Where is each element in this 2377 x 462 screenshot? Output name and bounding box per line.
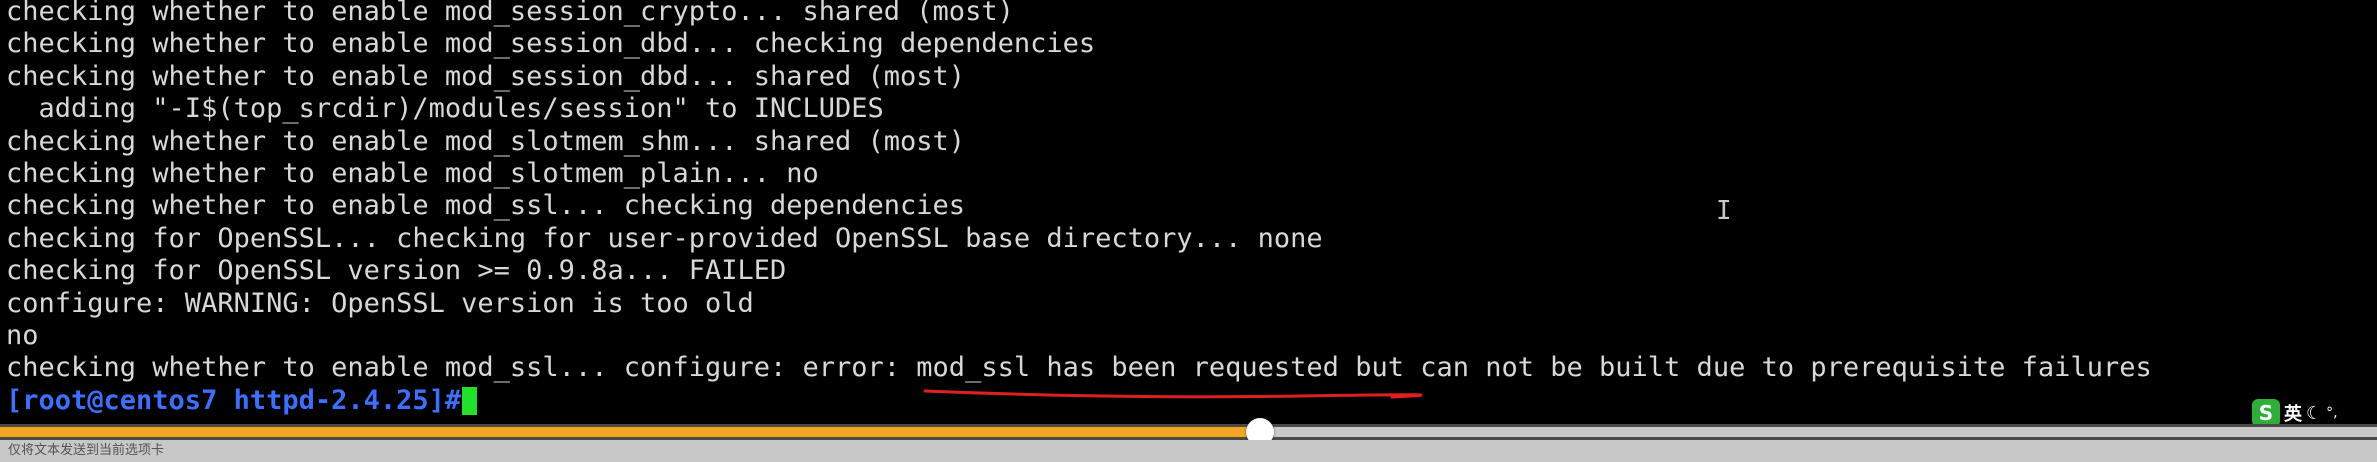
terminal-line: checking for OpenSSL version >= 0.9.8a..… bbox=[6, 255, 787, 287]
terminal-line: checking whether to enable mod_session_c… bbox=[6, 0, 1014, 27]
terminal-output: checking whether to enable mod_session_c… bbox=[6, 0, 2152, 417]
terminal-line: adding "-I$(top_srcdir)/modules/session"… bbox=[6, 93, 884, 125]
video-progress-bar[interactable] bbox=[0, 418, 2377, 446]
terminal-window[interactable]: checking whether to enable mod_session_c… bbox=[0, 0, 2377, 430]
i-beam-mouse-cursor-icon: I bbox=[1716, 196, 1732, 226]
progress-played bbox=[0, 427, 1260, 437]
terminal-line: checking whether to enable mod_ssl... ch… bbox=[6, 190, 966, 222]
terminal-line: no bbox=[6, 319, 39, 351]
status-bar-text: 仅将文本发送到当前选项卡 bbox=[8, 443, 165, 458]
terminal-cursor bbox=[462, 387, 478, 416]
status-bar: 仅将文本发送到当前选项卡 bbox=[0, 440, 2377, 462]
sogou-ime-logo-icon[interactable]: S bbox=[2252, 399, 2280, 427]
ime-language-toggle[interactable]: 英 bbox=[2284, 400, 2302, 426]
terminal-error-line: checking whether to enable mod_ssl... co… bbox=[6, 352, 2152, 384]
terminal-line: checking for OpenSSL... checking for use… bbox=[6, 222, 1323, 254]
terminal-line: checking whether to enable mod_slotmem_p… bbox=[6, 157, 819, 189]
terminal-line: checking whether to enable mod_session_d… bbox=[6, 28, 1096, 60]
terminal-line: checking whether to enable mod_slotmem_s… bbox=[6, 125, 966, 157]
terminal-line: configure: WARNING: OpenSSL version is t… bbox=[6, 287, 754, 319]
shell-prompt-line[interactable]: [root@centos7 httpd-2.4.25]# bbox=[6, 385, 2152, 417]
progress-remaining bbox=[1260, 427, 2377, 437]
punctuation-mode-icon[interactable]: °, bbox=[2326, 405, 2337, 421]
shell-prompt: [root@centos7 httpd-2.4.25]# bbox=[6, 384, 462, 416]
terminal-line: checking whether to enable mod_session_d… bbox=[6, 60, 966, 92]
half-width-moon-icon[interactable]: ☾ bbox=[2306, 403, 2322, 424]
